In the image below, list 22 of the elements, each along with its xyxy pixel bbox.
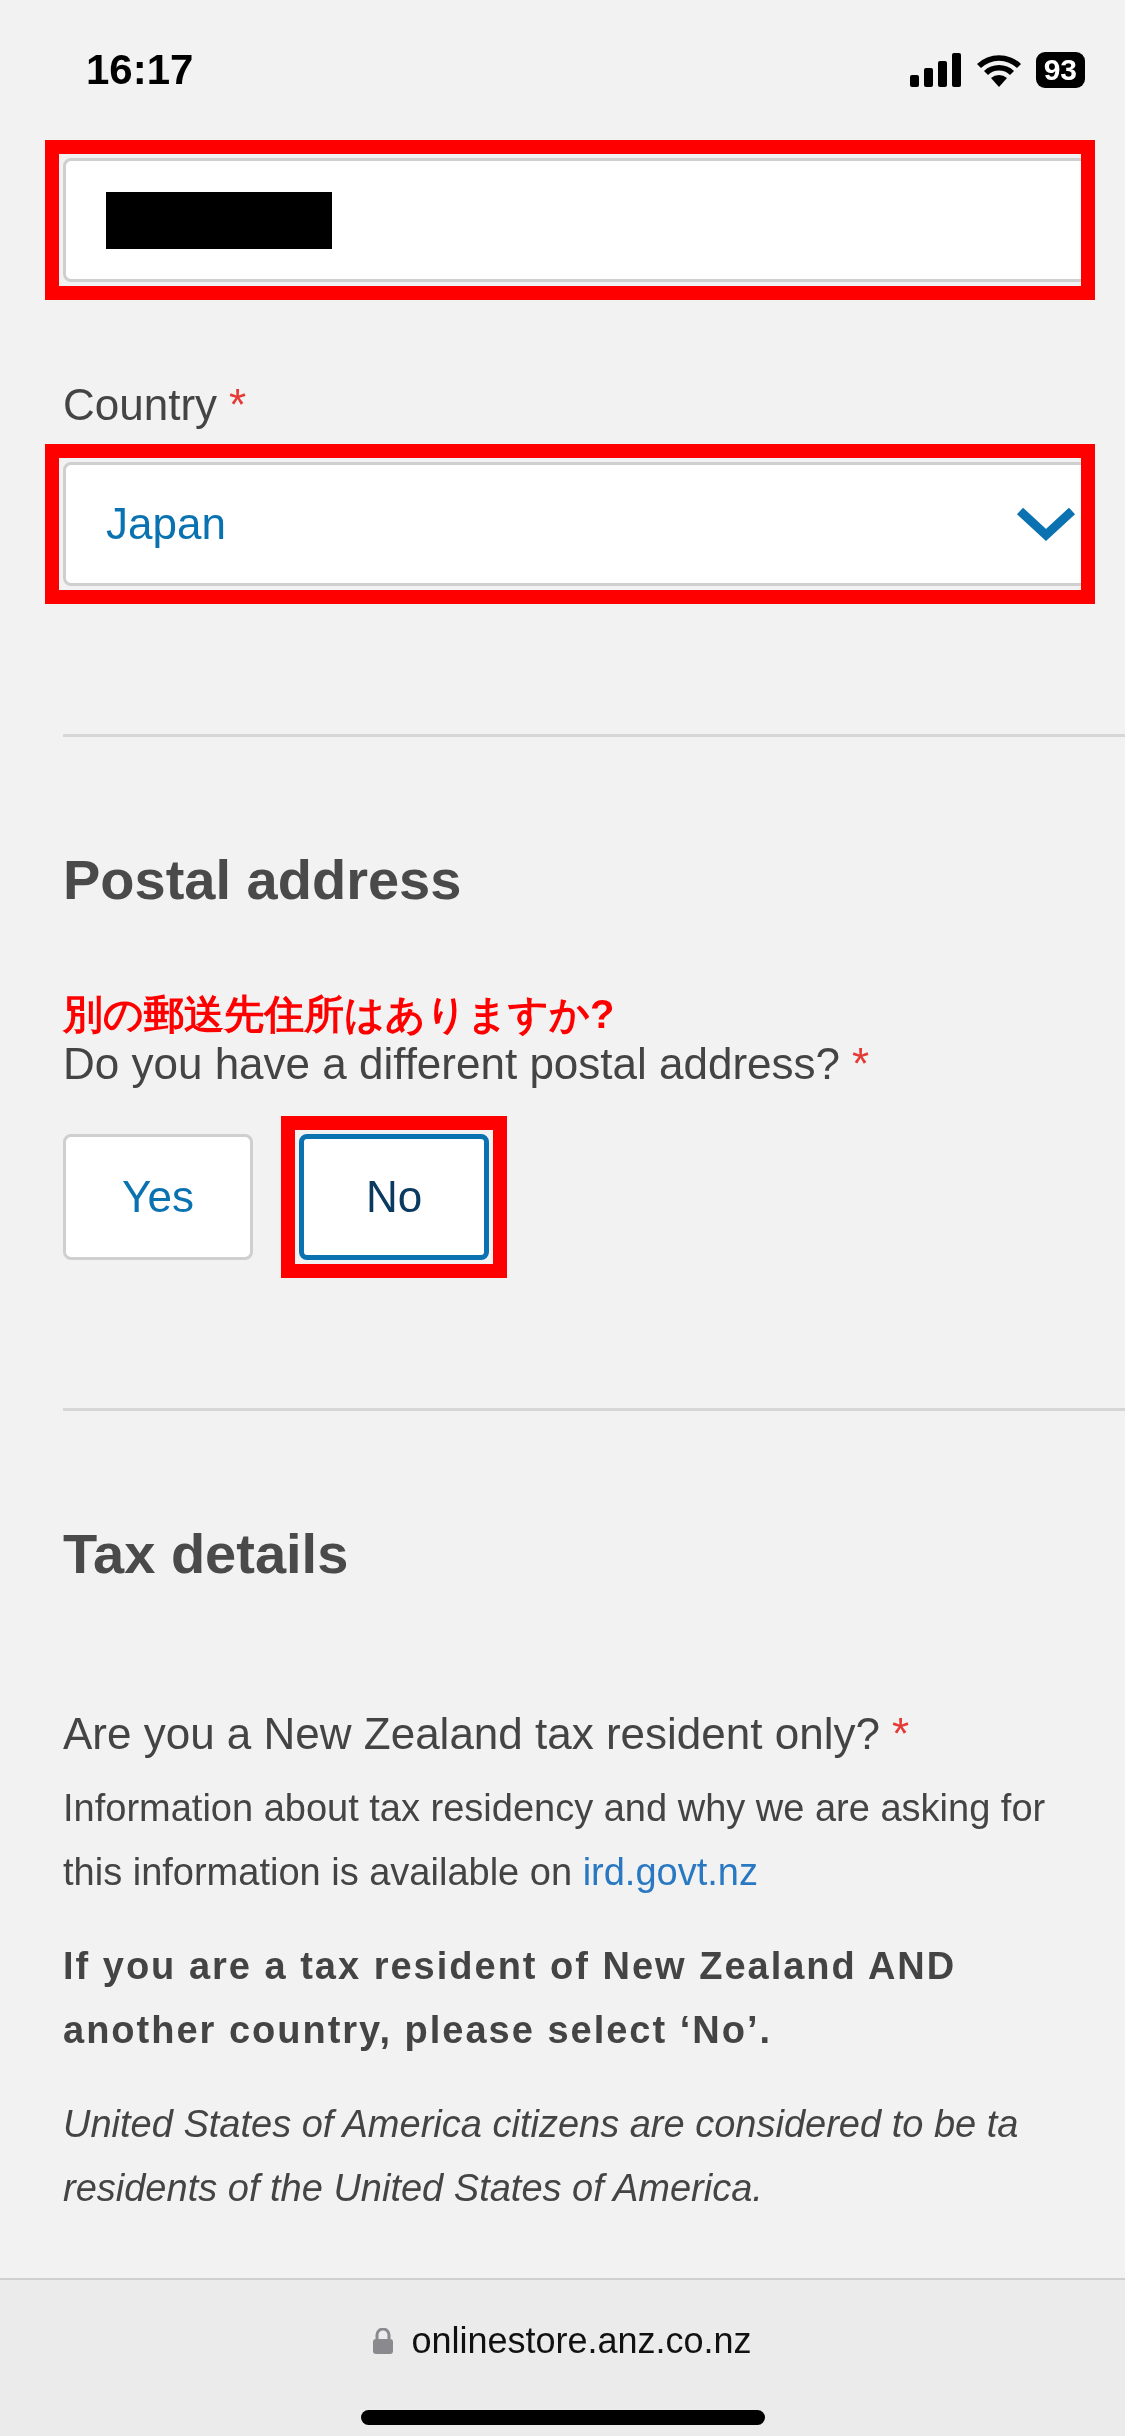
italic-note: residents of the United States of America.	[63, 2166, 764, 2211]
country-select[interactable]: Japan	[63, 462, 1081, 586]
option-button[interactable]: No	[299, 1134, 489, 1260]
section-heading: Postal address	[63, 847, 463, 912]
ird-link[interactable]: ird.govt.nz	[582, 1851, 758, 1893]
question-label: Are you a New Zealand tax resident only? *	[63, 1708, 911, 1760]
annotation-text: 別の郵送先住所はありますか?	[63, 992, 616, 1036]
battery-level: 93	[1035, 52, 1085, 88]
info-text: Information about tax residency and why we are asking for this information is available on ird.govt.nz	[63, 1786, 1047, 1895]
italic-note: United States of America citizens are considered to be ta	[63, 2102, 1020, 2147]
chevron-down-icon	[1016, 507, 1076, 543]
country-label: Country *	[63, 380, 248, 430]
bold-note: If you are a tax resident of New Zealand AND another country, please select ‘No’.	[63, 1944, 958, 2053]
address-field[interactable]	[63, 158, 1081, 282]
question-label: Do you have a different postal address? *	[63, 1038, 871, 1090]
section-heading: Tax details	[63, 1521, 350, 1586]
lock-icon	[373, 2328, 394, 2354]
signal-icon	[909, 53, 962, 87]
wifi-icon	[975, 53, 1022, 87]
option-button[interactable]: Yes	[63, 1134, 253, 1260]
url-text[interactable]: onlinestore.anz.co.nz	[411, 2320, 752, 2362]
status-time: 16:17	[86, 46, 194, 94]
